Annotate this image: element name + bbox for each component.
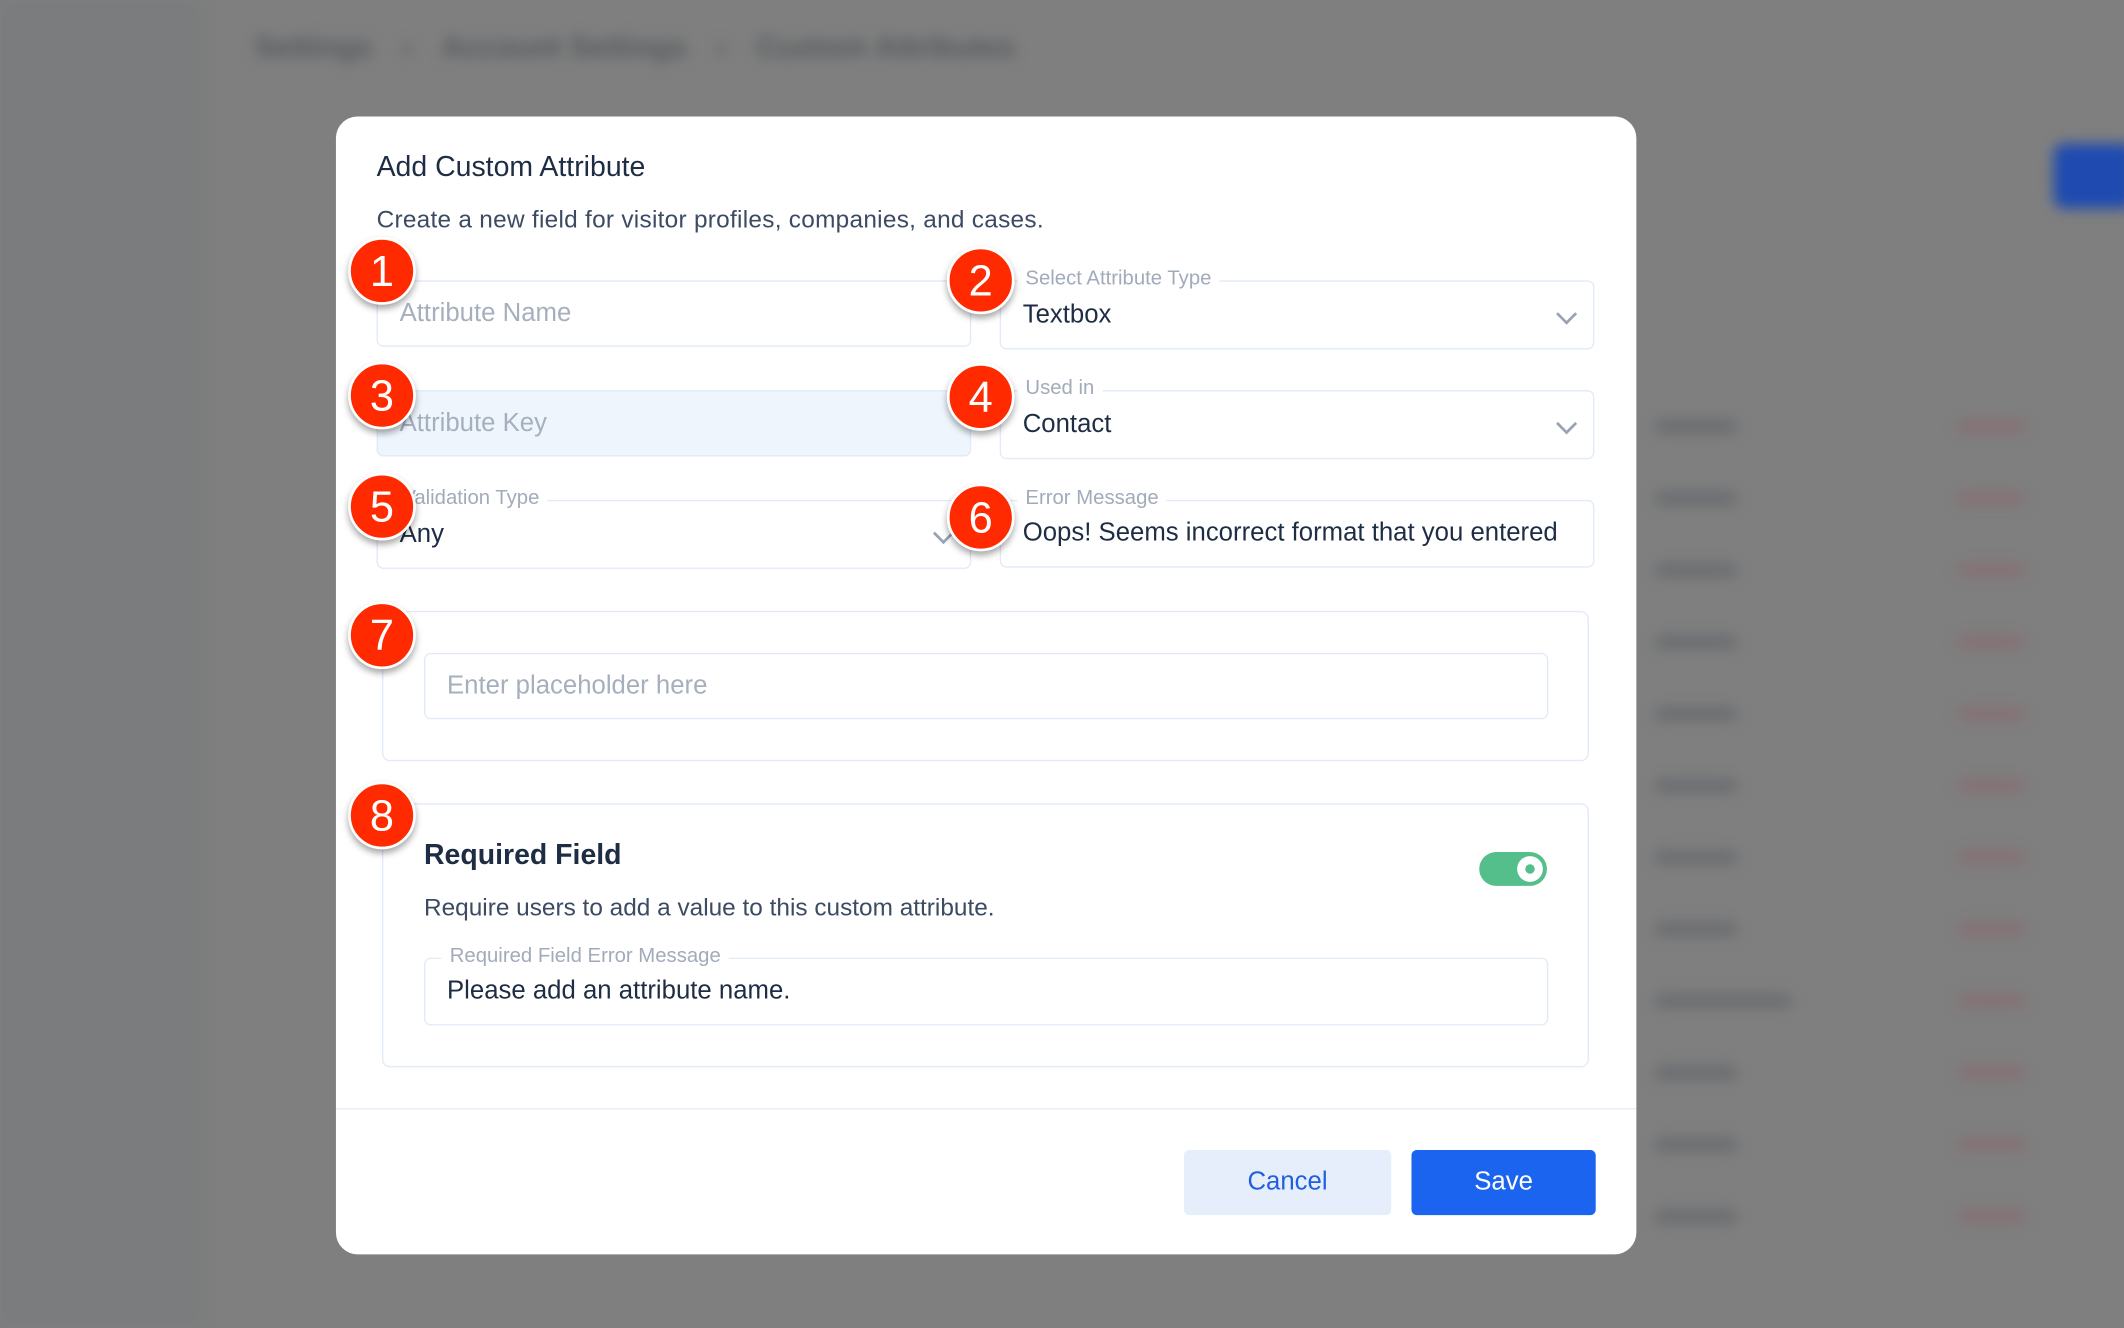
attribute-type-label: Select Attribute Type	[1017, 266, 1220, 290]
used-in-label: Used in	[1017, 376, 1103, 400]
background-row-placeholder	[1655, 635, 1737, 649]
placeholder-input[interactable]: Enter placeholder here	[423, 652, 1549, 720]
attribute-type-select[interactable]: Select Attribute Type Textbox	[999, 266, 1595, 350]
attribute-key-input: Attribute Key	[376, 390, 972, 457]
background-badge-placeholder	[1957, 922, 2026, 937]
background-row-placeholder	[1655, 563, 1737, 578]
attribute-name-input[interactable]: Attribute Name	[376, 280, 972, 347]
background-badge-placeholder	[1957, 707, 2026, 721]
background-row-placeholder	[1655, 707, 1737, 721]
annotation-badge-7: 7	[348, 601, 416, 670]
background-badge-placeholder	[1957, 635, 2026, 649]
sidebar	[0, 0, 204, 1328]
background-badge-placeholder	[1957, 850, 2026, 865]
background-row-placeholder	[1655, 850, 1737, 865]
required-field-toggle[interactable]	[1479, 852, 1547, 886]
background-badge-placeholder	[1957, 491, 2026, 506]
validation-type-label: Validation Type	[394, 486, 548, 510]
breadcrumb-item[interactable]: Account Settings	[442, 30, 687, 65]
background-primary-button	[2053, 143, 2124, 209]
background-row-placeholder	[1655, 491, 1737, 506]
background-row-placeholder	[1655, 1137, 1737, 1152]
placeholder-input-placeholder: Enter placeholder here	[447, 671, 708, 700]
annotation-badge-6: 6	[946, 483, 1015, 552]
error-message-input[interactable]: Error Message Oops! Seems incorrect form…	[999, 486, 1595, 568]
breadcrumb-separator: ›	[716, 29, 727, 64]
background-row-placeholder	[1655, 1066, 1737, 1080]
breadcrumb: Settings › Account Settings › Custom Att…	[255, 30, 1016, 65]
validation-type-select[interactable]: Validation Type Any	[376, 486, 972, 569]
background-row-placeholder	[1655, 419, 1737, 434]
cancel-button[interactable]: Cancel	[1183, 1150, 1392, 1216]
background-badge-placeholder	[1957, 419, 2026, 434]
used-in-value: Contact	[1022, 409, 1112, 439]
validation-type-value: Any	[399, 519, 444, 548]
attribute-key-placeholder: Attribute Key	[399, 408, 547, 437]
breadcrumb-item[interactable]: Settings	[255, 30, 373, 65]
background-badge-placeholder	[1957, 563, 2026, 578]
dialog-subtitle: Create a new field for visitor profiles,…	[376, 205, 1044, 233]
annotation-badge-4: 4	[946, 363, 1015, 431]
breadcrumb-separator: ›	[402, 29, 412, 64]
attribute-name-placeholder: Attribute Name	[399, 298, 572, 328]
background-row-placeholder	[1655, 922, 1737, 937]
annotation-badge-8: 8	[348, 781, 416, 850]
background-row-placeholder	[1655, 1209, 1737, 1224]
annotation-badge-3: 3	[348, 361, 416, 430]
background-badge-placeholder	[1957, 1209, 2026, 1224]
background-badge-placeholder	[1957, 1066, 2026, 1080]
annotation-badge-2: 2	[946, 246, 1015, 315]
required-error-message-label: Required Field Error Message	[441, 944, 729, 968]
required-field-title: Required Field	[423, 839, 622, 872]
required-field-description: Require users to add a value to this cus…	[423, 894, 995, 922]
background-badge-placeholder	[1957, 1137, 2026, 1152]
save-button[interactable]: Save	[1411, 1150, 1596, 1216]
dialog-title: Add Custom Attribute	[376, 151, 646, 183]
used-in-select[interactable]: Used in Contact	[999, 376, 1595, 460]
toggle-knob	[1517, 856, 1543, 882]
annotation-badge-5: 5	[348, 472, 416, 541]
footer-divider	[335, 1108, 1637, 1110]
background-badge-placeholder	[1957, 778, 2026, 793]
required-error-message-input[interactable]: Required Field Error Message Please add …	[423, 944, 1549, 1026]
error-message-label: Error Message	[1017, 486, 1167, 510]
annotation-badge-1: 1	[348, 237, 416, 305]
background-row-placeholder	[1655, 778, 1737, 793]
error-message-value: Oops! Seems incorrect format that you en…	[1022, 518, 1558, 548]
required-field-section: Required Field Require users to add a va…	[381, 803, 1589, 1068]
background-badge-placeholder	[1957, 994, 2026, 1008]
background-row-placeholder	[1655, 994, 1791, 1008]
breadcrumb-item: Custom Attributes	[756, 29, 1016, 64]
required-error-message-value: Please add an attribute name.	[447, 976, 791, 1006]
placeholder-section: Enter placeholder here	[381, 610, 1589, 762]
attribute-type-value: Textbox	[1022, 300, 1112, 329]
